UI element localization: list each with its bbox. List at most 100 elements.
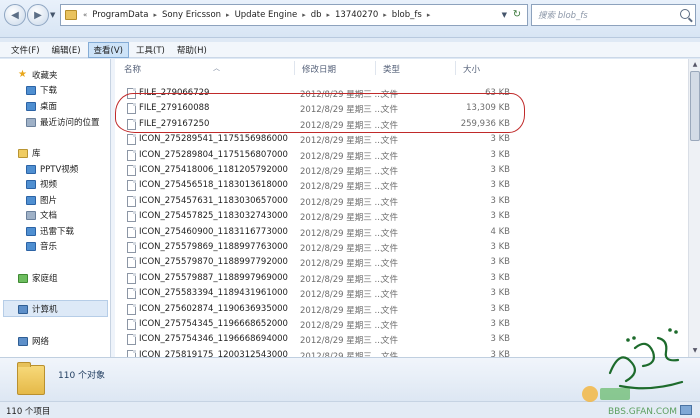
- file-size: 3 KB: [490, 349, 510, 357]
- object-count: 110 个对象: [58, 371, 106, 381]
- recent-pages-dropdown[interactable]: ▼: [50, 11, 55, 19]
- file-size: 3 KB: [490, 195, 510, 206]
- refresh-icon[interactable]: ↻: [510, 8, 524, 22]
- item-count: 110 个项目: [6, 407, 51, 417]
- chevron-right-icon[interactable]: ▸: [325, 11, 333, 19]
- file-row[interactable]: ICON_275418006_1181205792000 2012/8/29 星期…: [115, 164, 700, 177]
- file-type: 文件: [381, 259, 399, 270]
- nav-computer[interactable]: 计算机: [18, 303, 58, 315]
- file-row[interactable]: ICON_275289804_1175156807000 2012/8/29 星期…: [115, 149, 700, 162]
- computer-icon: [18, 304, 28, 314]
- file-type: 文件: [381, 197, 399, 208]
- nav-downloads[interactable]: 下载: [26, 84, 57, 96]
- file-row[interactable]: ICON_275583394_1189431961000 2012/8/29 星期…: [115, 287, 700, 300]
- file-type: 文件: [381, 290, 399, 301]
- file-date: 2012/8/29 星期三 ...: [300, 244, 383, 254]
- menu-help[interactable]: 帮助(H): [172, 43, 212, 57]
- nav-network[interactable]: 网络: [18, 335, 49, 347]
- file-row[interactable]: ICON_275460900_1183116773000 2012/8/29 星期…: [115, 226, 700, 239]
- nav-label: 网络: [32, 337, 50, 347]
- nav-recent[interactable]: 最近访问的位置: [26, 116, 100, 128]
- file-type: 文件: [381, 305, 399, 316]
- nav-documents[interactable]: 文档: [26, 209, 57, 221]
- file-row[interactable]: ICON_275456518_1183013618000 2012/8/29 星期…: [115, 179, 700, 192]
- address-dropdown-icon[interactable]: ▼: [502, 11, 507, 19]
- nav-thunder[interactable]: 迅雷下载: [26, 225, 74, 237]
- nav-label: 文档: [40, 211, 58, 221]
- column-header-size[interactable]: 大小: [454, 61, 482, 77]
- file-row[interactable]: ICON_275457825_1183032743000 2012/8/29 星期…: [115, 210, 700, 223]
- file-icon: [127, 257, 136, 269]
- file-size: 3 KB: [490, 149, 510, 160]
- file-icon: [127, 303, 136, 315]
- search-input[interactable]: 搜索 blob_fs: [531, 4, 696, 26]
- nav-libraries[interactable]: 库: [18, 147, 41, 159]
- chevron-right-icon[interactable]: ▸: [381, 11, 389, 19]
- vertical-scrollbar[interactable]: ▲ ▼: [688, 59, 700, 357]
- file-name: ICON_275456518_1183013618000: [139, 180, 288, 191]
- file-name: ICON_275460900_1183116773000: [139, 226, 288, 237]
- desktop-icon: [26, 101, 36, 111]
- file-row[interactable]: ICON_275602874_1190636935000 2012/8/29 星期…: [115, 303, 700, 316]
- menu-tools[interactable]: 工具(T): [131, 43, 170, 57]
- scrollbar-thumb[interactable]: [690, 71, 700, 141]
- file-row[interactable]: ICON_275579887_1188997969000 2012/8/29 星期…: [115, 272, 700, 285]
- file-row[interactable]: ICON_275289541_1175156986000 2012/8/29 星期…: [115, 133, 700, 146]
- column-label: 修改日期: [302, 65, 337, 75]
- column-label: 类型: [383, 65, 401, 75]
- downloads-icon: [26, 85, 36, 95]
- file-icon: [127, 272, 136, 284]
- file-name: ICON_275754346_1196668694000: [139, 334, 288, 345]
- nav-desktop[interactable]: 桌面: [26, 100, 57, 112]
- column-header-type[interactable]: 类型: [374, 61, 402, 77]
- address-bar[interactable]: « ProgramData ▸ Sony Ericsson ▸ Update E…: [60, 4, 528, 26]
- scroll-up-icon[interactable]: ▲: [690, 60, 700, 70]
- breadcrumb-item[interactable]: ProgramData: [89, 10, 151, 20]
- thunder-download-icon: [26, 226, 36, 236]
- breadcrumb-item[interactable]: blob_fs: [389, 10, 425, 20]
- file-date: 2012/8/29 星期三 ...: [300, 274, 383, 285]
- file-date: 2012/8/29 星期三 ...: [300, 259, 383, 270]
- file-row[interactable]: ICON_275579870_1188997792000 2012/8/29 星期…: [115, 256, 700, 269]
- breadcrumb-overflow-icon[interactable]: «: [81, 11, 89, 19]
- back-button[interactable]: ◀: [4, 4, 26, 26]
- menu-file[interactable]: 文件(F): [6, 43, 45, 57]
- file-date: 2012/8/29 星期三 ...: [300, 182, 383, 193]
- file-size: 3 KB: [490, 272, 510, 283]
- search-placeholder: 搜索 blob_fs: [538, 11, 588, 21]
- nav-pictures[interactable]: 图片: [26, 194, 57, 206]
- network-icon: [18, 336, 28, 346]
- breadcrumb-item[interactable]: Sony Ericsson: [159, 10, 224, 20]
- folder-icon: [65, 10, 77, 20]
- search-icon[interactable]: [680, 9, 690, 19]
- menu-view[interactable]: 查看(V): [87, 41, 129, 58]
- file-name: ICON_275579870_1188997792000: [139, 257, 288, 268]
- file-icon: [127, 242, 136, 253]
- nav-label: 家庭组: [32, 274, 58, 284]
- chevron-right-icon[interactable]: ▸: [300, 11, 308, 19]
- file-size: 3 KB: [490, 134, 510, 145]
- chevron-right-icon[interactable]: ▸: [425, 11, 433, 19]
- column-header-name[interactable]: 名称 ︿: [124, 63, 220, 77]
- pictures-icon: [26, 195, 36, 205]
- nav-homegroup[interactable]: 家庭组: [18, 272, 58, 284]
- nav-music[interactable]: 音乐: [26, 240, 57, 252]
- menu-edit[interactable]: 编辑(E): [47, 43, 86, 57]
- nav-label: 收藏夹: [32, 71, 58, 81]
- column-header-date[interactable]: 修改日期: [293, 61, 338, 77]
- chevron-right-icon[interactable]: ▸: [224, 11, 232, 19]
- breadcrumb-item[interactable]: db: [308, 10, 325, 20]
- nav-pptv[interactable]: PPTV视频: [26, 163, 78, 175]
- file-row[interactable]: ICON_275579869_1188997763000 2012/8/29 星期…: [115, 241, 700, 254]
- chevron-right-icon[interactable]: ▸: [151, 11, 159, 19]
- nav-favorites[interactable]: ★ 收藏夹: [18, 69, 58, 82]
- file-date: 2012/8/29 星期三 ...: [300, 197, 383, 208]
- forward-button[interactable]: ▶: [27, 4, 49, 26]
- nav-videos[interactable]: 视频: [26, 178, 57, 190]
- file-row[interactable]: ICON_275457631_1183030657000 2012/8/29 星期…: [115, 195, 700, 208]
- breadcrumb-item[interactable]: 13740270: [332, 10, 381, 20]
- file-name: ICON_275289804_1175156807000: [139, 149, 288, 160]
- file-date: 2012/8/29 星期三 ...: [300, 290, 383, 301]
- file-size: 3 KB: [490, 303, 510, 314]
- breadcrumb-item[interactable]: Update Engine: [232, 10, 301, 20]
